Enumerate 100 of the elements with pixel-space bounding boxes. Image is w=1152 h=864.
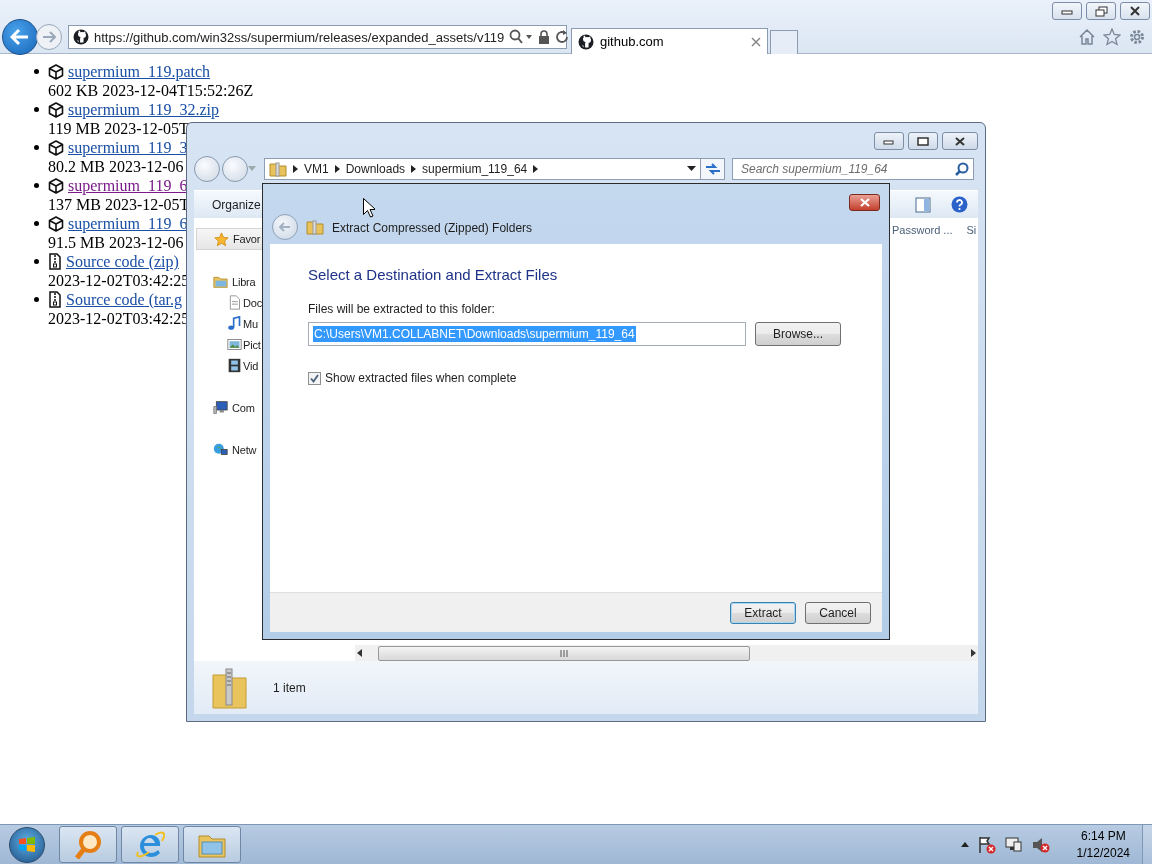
close-icon[interactable] xyxy=(751,36,761,47)
asset-details: 137 MB 2023-12-05T xyxy=(48,195,190,214)
taskbar-button[interactable] xyxy=(59,826,117,863)
clock-time: 6:14 PM xyxy=(1080,827,1126,845)
close-button[interactable] xyxy=(1120,2,1150,20)
asset-link[interactable]: supermium_119_6 xyxy=(68,176,188,195)
asset-details: 2023-12-02T03:42:25 xyxy=(48,271,190,290)
dropdown-arrow-icon[interactable] xyxy=(687,165,696,172)
checkbox-label: Show extracted files when complete xyxy=(325,371,517,385)
nav-item[interactable]: Doc xyxy=(194,292,262,313)
asset-link[interactable]: supermium_119_32.zip xyxy=(68,100,219,119)
chevron-icon[interactable] xyxy=(334,164,340,173)
restore-icon xyxy=(1094,5,1108,17)
chevron-icon[interactable] xyxy=(411,164,417,173)
asset-link[interactable]: supermium_119_6 xyxy=(68,214,188,233)
taskbar-button[interactable] xyxy=(121,826,179,863)
nav-item[interactable]: Libra xyxy=(194,271,256,292)
magnifier-icon xyxy=(73,829,103,860)
maximize-button[interactable] xyxy=(908,132,938,150)
refresh-button[interactable] xyxy=(701,157,725,180)
minimize-button[interactable] xyxy=(1052,2,1082,20)
flag-icon[interactable] xyxy=(977,835,996,854)
zip-folder-icon xyxy=(269,159,287,178)
home-icon[interactable] xyxy=(1078,28,1096,46)
breadcrumb-item[interactable]: Downloads xyxy=(345,161,406,176)
settings-icon[interactable] xyxy=(1128,28,1146,46)
back-button[interactable] xyxy=(194,155,220,182)
windows-logo-icon xyxy=(18,835,36,854)
cancel-button[interactable]: Cancel xyxy=(805,601,871,624)
star-icon[interactable] xyxy=(1103,28,1121,46)
back-arrow-icon xyxy=(279,222,291,232)
show-hidden-icons-icon[interactable] xyxy=(960,842,969,847)
zip-folder-icon xyxy=(306,218,324,236)
preview-pane-icon[interactable] xyxy=(915,196,931,213)
close-button[interactable] xyxy=(849,194,880,211)
zip-folder-icon xyxy=(212,666,248,709)
clock-date: 1/12/2024 xyxy=(1076,844,1130,862)
package-icon xyxy=(48,177,64,194)
forward-button[interactable] xyxy=(222,155,248,182)
bullet-icon xyxy=(34,145,39,150)
field-label: Files will be extracted to this folder: xyxy=(308,302,496,316)
minimize-button[interactable] xyxy=(874,132,904,150)
package-icon xyxy=(48,215,64,232)
back-arrow-icon xyxy=(10,28,30,46)
nav-item[interactable]: Netw xyxy=(194,439,257,460)
breadcrumb-item[interactable]: supermium_119_64 xyxy=(422,161,528,176)
nav-item[interactable]: Pict xyxy=(194,334,261,355)
lock-icon xyxy=(538,30,551,44)
chevron-icon[interactable] xyxy=(533,164,539,173)
breadcrumb-bar[interactable]: VM1 Downloads supermium_119_64 xyxy=(264,157,701,180)
search-icon[interactable] xyxy=(509,29,534,45)
close-icon xyxy=(954,136,966,146)
maximize-icon xyxy=(917,136,929,146)
new-tab-button[interactable] xyxy=(770,30,798,54)
horizontal-scrollbar[interactable] xyxy=(355,645,978,661)
nav-item[interactable]: Com xyxy=(194,397,255,418)
nav-item[interactable]: Vid xyxy=(194,355,259,376)
toolbar-menu-button[interactable]: Organize xyxy=(212,197,261,212)
computer-icon xyxy=(213,400,228,415)
zip-file-icon xyxy=(48,253,62,270)
restore-button[interactable] xyxy=(1086,2,1116,20)
cursor-icon xyxy=(363,198,375,218)
nav-item[interactable]: Mu xyxy=(194,313,258,334)
asset-details: 602 KB 2023-12-04T15:52:26Z xyxy=(48,81,254,100)
column-header[interactable]: Password ... xyxy=(892,224,953,240)
scroll-right-icon[interactable] xyxy=(971,649,976,657)
star-icon xyxy=(214,231,229,247)
clock[interactable]: 6:14 PM 1/12/2024 xyxy=(1076,827,1130,862)
grip-icon xyxy=(559,649,569,657)
chevron-icon[interactable] xyxy=(293,164,298,173)
breadcrumb-item[interactable]: VM1 xyxy=(304,161,329,176)
nav-item[interactable]: Favor xyxy=(196,228,265,250)
asset-link[interactable]: supermium_119_3 xyxy=(68,138,188,157)
taskbar-button[interactable] xyxy=(183,826,241,863)
column-header[interactable]: Si xyxy=(966,224,977,240)
volume-muted-icon[interactable] xyxy=(1031,835,1050,854)
address-bar[interactable]: https://github.com/win32ss/supermium/releases/expanded_assets/v119 xyxy=(68,25,567,49)
back-button[interactable] xyxy=(2,19,38,55)
refresh-icon[interactable] xyxy=(555,30,570,44)
asset-link[interactable]: Source code (tar.g xyxy=(66,290,182,309)
asset-link[interactable]: supermium_119.patch xyxy=(68,62,211,81)
extract-button[interactable]: Extract xyxy=(730,601,796,624)
asset-details: 2023-12-02T03:42:25 xyxy=(48,309,190,328)
scroll-left-icon[interactable] xyxy=(357,649,362,657)
checkbox[interactable] xyxy=(308,371,321,385)
browser-tab[interactable]: github.com xyxy=(571,28,768,54)
asset-link[interactable]: Source code (zip) xyxy=(66,252,179,271)
start-button[interactable] xyxy=(9,826,45,863)
bullet-icon xyxy=(34,107,39,112)
help-icon[interactable] xyxy=(951,196,968,213)
close-button[interactable] xyxy=(942,132,978,150)
checkmark-icon xyxy=(310,373,319,383)
network-icon[interactable] xyxy=(1004,835,1023,854)
package-icon xyxy=(48,101,64,118)
browse-button[interactable]: Browse... xyxy=(755,322,841,346)
search-field[interactable]: Search supermium_119_64 xyxy=(732,157,974,180)
zip-file-icon xyxy=(48,291,62,308)
scrollbar-thumb[interactable] xyxy=(378,645,750,661)
item-count: 1 item xyxy=(273,680,306,695)
asset-details: 80.2 MB 2023-12-06 xyxy=(48,157,184,176)
